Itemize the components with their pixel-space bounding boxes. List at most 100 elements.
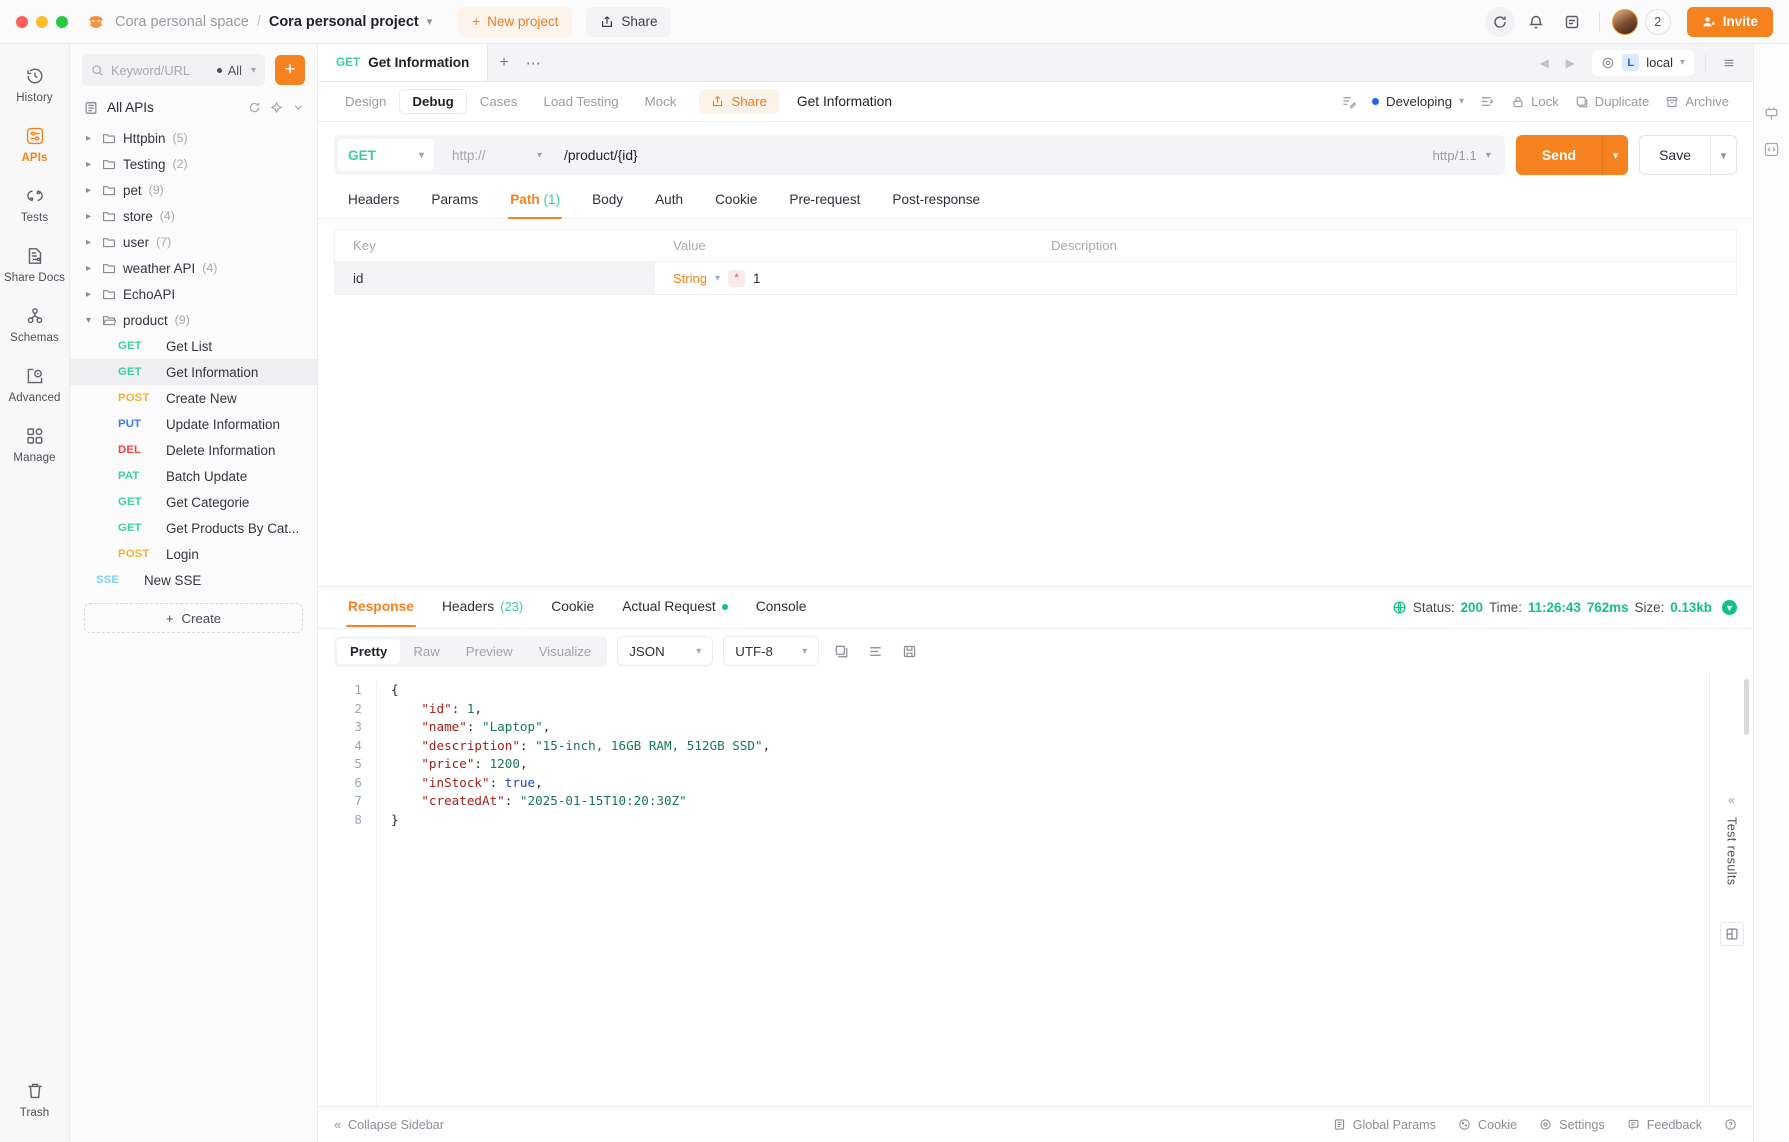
tree-folder-user[interactable]: ▸ user (7) — [70, 229, 317, 255]
copy-icon[interactable] — [829, 639, 853, 663]
rail-item-trash[interactable]: Trash — [4, 1071, 66, 1126]
send-button[interactable]: Send — [1515, 135, 1603, 175]
api-item-create-new[interactable]: POST Create New — [70, 385, 317, 411]
notifications-bell-icon[interactable] — [1521, 7, 1551, 37]
project-chevron-down-icon[interactable]: ▾ — [427, 15, 433, 28]
tab-design[interactable]: Design — [332, 89, 399, 114]
refresh-icon[interactable] — [248, 101, 261, 114]
api-item-batch-update[interactable]: PAT Batch Update — [70, 463, 317, 489]
view-mode-preview[interactable]: Preview — [453, 639, 526, 664]
maximize-window-button[interactable] — [56, 15, 68, 28]
view-mode-pretty[interactable]: Pretty — [337, 638, 401, 664]
tab-debug[interactable]: Debug — [399, 89, 467, 114]
method-chevron-down-icon[interactable]: ▾ — [419, 150, 424, 161]
json-text[interactable]: { "id": 1, "name": "Laptop", "descriptio… — [376, 681, 1709, 1106]
nav-back-icon[interactable]: ◀ — [1532, 51, 1556, 75]
all-apis-row[interactable]: All APIs — [70, 92, 317, 123]
param-type-chevron-down-icon[interactable]: ▾ — [715, 273, 720, 284]
json-code[interactable]: 12345678 { "id": 1, "name": "Laptop", "d… — [318, 673, 1709, 1106]
save-response-icon[interactable] — [897, 639, 921, 663]
view-mode-raw[interactable]: Raw — [400, 639, 452, 664]
param-key-cell[interactable]: id — [335, 262, 655, 294]
search-input[interactable]: Keyword/URL — [111, 63, 210, 78]
code-snippet-icon[interactable] — [1761, 138, 1783, 160]
url-path-input[interactable]: /product/{id} — [554, 148, 1432, 163]
project-name[interactable]: Cora personal project — [269, 14, 419, 30]
rail-item-history[interactable]: History — [4, 56, 66, 111]
rail-item-schemas[interactable]: Schemas — [4, 296, 66, 351]
chevron-right-icon[interactable]: ▸ — [82, 159, 95, 170]
param-description-cell[interactable] — [1033, 262, 1736, 294]
tree-folder-pet[interactable]: ▸ pet (9) — [70, 177, 317, 203]
lock-button[interactable]: Lock — [1511, 94, 1559, 109]
tab-cases[interactable]: Cases — [467, 89, 531, 114]
tree-folder-echoapi[interactable]: ▸ EchoAPI — [70, 281, 317, 307]
test-results-panel[interactable]: « Test results — [1709, 673, 1753, 1106]
save-button-group[interactable]: Save ▾ — [1639, 135, 1737, 175]
scope-chevron-down-icon[interactable]: ▾ — [251, 65, 256, 76]
api-item-get-categorie[interactable]: GET Get Categorie — [70, 489, 317, 515]
format-select[interactable]: JSON ▾ — [617, 636, 714, 666]
rail-item-advanced[interactable]: Advanced — [4, 356, 66, 411]
method-select[interactable]: GET ▾ — [338, 139, 434, 171]
locate-icon[interactable] — [270, 101, 283, 114]
send-options-chevron-down-icon[interactable]: ▾ — [1602, 135, 1629, 175]
api-item-new-sse[interactable]: SSE New SSE — [70, 567, 317, 593]
help-icon[interactable] — [1724, 1118, 1737, 1131]
chevron-right-icon[interactable]: ▸ — [82, 133, 95, 144]
encoding-chevron-down-icon[interactable]: ▾ — [802, 646, 807, 657]
minimize-window-button[interactable] — [36, 15, 48, 28]
global-params-button[interactable]: Global Params — [1333, 1118, 1436, 1132]
member-count-badge[interactable]: 2 — [1644, 8, 1671, 35]
protocol-select[interactable]: http:// ▾ — [434, 148, 554, 163]
invite-button[interactable]: Invite — [1686, 6, 1773, 37]
param-tab-headers[interactable]: Headers — [334, 185, 413, 218]
rail-item-tests[interactable]: Tests — [4, 176, 66, 231]
param-type[interactable]: String — [673, 271, 707, 286]
param-tab-pre-request[interactable]: Pre-request — [775, 185, 874, 218]
tab-load-testing[interactable]: Load Testing — [530, 89, 631, 114]
send-button-group[interactable]: Send ▾ — [1515, 135, 1629, 175]
status-chevron-down-icon[interactable]: ▾ — [1459, 96, 1464, 107]
save-options-chevron-down-icon[interactable]: ▾ — [1710, 136, 1736, 174]
response-tab-actual-request[interactable]: Actual Request — [608, 589, 742, 626]
chevron-right-icon[interactable]: ▸ — [82, 237, 95, 248]
search-box[interactable]: Keyword/URL All ▾ — [82, 54, 265, 86]
plugin-icon[interactable] — [1761, 102, 1783, 124]
notes-icon[interactable] — [1557, 7, 1587, 37]
share-button[interactable]: Share — [586, 6, 672, 37]
tab-mock[interactable]: Mock — [632, 89, 690, 114]
environment-menu-icon[interactable] — [1717, 51, 1741, 75]
api-item-get-products-by-category[interactable]: GET Get Products By Cat... — [70, 515, 317, 541]
environment-chevron-down-icon[interactable]: ▾ — [1680, 57, 1685, 68]
api-item-get-information[interactable]: GET Get Information — [70, 359, 317, 385]
share-request-button[interactable]: Share — [699, 89, 779, 114]
download-icon[interactable]: ▼ — [1722, 600, 1737, 615]
tree-folder-testing[interactable]: ▸ Testing (2) — [70, 151, 317, 177]
api-item-update-information[interactable]: PUT Update Information — [70, 411, 317, 437]
save-button[interactable]: Save — [1640, 136, 1710, 174]
param-tab-path[interactable]: Path (1) — [496, 185, 574, 219]
api-item-login[interactable]: POST Login — [70, 541, 317, 567]
response-tab-cookie[interactable]: Cookie — [537, 589, 608, 626]
encoding-select[interactable]: UTF-8 ▾ — [723, 636, 820, 666]
new-project-button[interactable]: + New project — [458, 6, 573, 37]
chevron-right-icon[interactable]: ▸ — [82, 185, 95, 196]
expand-test-results-icon[interactable]: « — [1728, 793, 1735, 807]
tree-folder-store[interactable]: ▸ store (4) — [70, 203, 317, 229]
more-options-icon[interactable] — [292, 101, 305, 114]
response-scrollbar[interactable] — [1744, 679, 1749, 735]
duplicate-button[interactable]: Duplicate — [1575, 94, 1649, 109]
environment-selector[interactable]: L local ▾ — [1592, 49, 1694, 76]
workspace-name[interactable]: Cora personal space — [115, 14, 249, 30]
new-tab-button[interactable]: + — [488, 44, 519, 81]
tree-folder-product[interactable]: ▾ product (9) — [70, 307, 317, 333]
param-tab-post-response[interactable]: Post-response — [878, 185, 994, 218]
api-item-delete-information[interactable]: DEL Delete Information — [70, 437, 317, 463]
param-tab-body[interactable]: Body — [578, 185, 637, 218]
rail-item-apis[interactable]: APIs — [4, 116, 66, 171]
edit-description-icon[interactable] — [1341, 94, 1357, 109]
param-value-cell[interactable]: String ▾ * 1 — [655, 262, 1033, 294]
search-scope-select[interactable]: All — [216, 63, 242, 78]
sync-icon[interactable] — [1484, 6, 1515, 37]
